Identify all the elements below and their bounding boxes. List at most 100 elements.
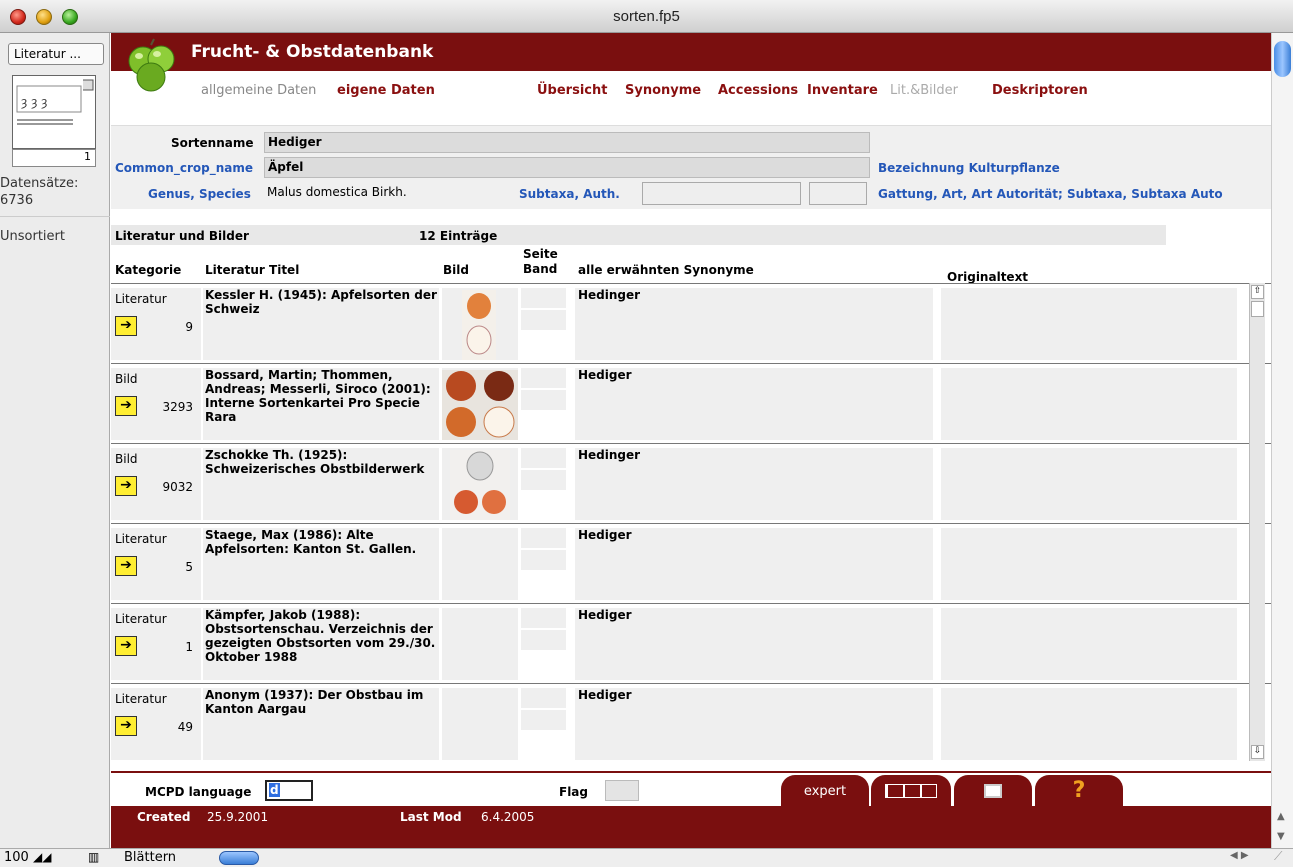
tab-print[interactable] bbox=[954, 775, 1032, 807]
list-title: Literatur und Bilder bbox=[115, 229, 249, 243]
seite-cell[interactable] bbox=[521, 528, 566, 548]
layout-menu[interactable]: Literatur ... bbox=[8, 43, 104, 65]
apple-photo-icon[interactable] bbox=[442, 448, 518, 520]
nav-inventory[interactable]: Inventare bbox=[807, 83, 878, 98]
synonym-value[interactable]: Hediger bbox=[578, 528, 632, 542]
header-bar: Frucht- & Obstdatenbank bbox=[111, 33, 1271, 71]
nav-general-data[interactable]: allgemeine Daten bbox=[201, 83, 316, 98]
originaltext-cell[interactable] bbox=[941, 608, 1237, 680]
common-crop-field[interactable]: Äpfel bbox=[264, 157, 870, 178]
go-to-record-arrow-icon[interactable]: ➔ bbox=[115, 556, 137, 576]
table-row[interactable]: Literatur ➔ 1 Kämpfer, Jakob (1988): Obs… bbox=[111, 603, 1271, 683]
originaltext-cell[interactable] bbox=[941, 288, 1237, 360]
bild-cell bbox=[442, 608, 518, 680]
go-to-record-arrow-icon[interactable]: ➔ bbox=[115, 316, 137, 336]
sortenname-field[interactable]: Hediger bbox=[264, 132, 870, 153]
mode-label[interactable]: Blättern bbox=[124, 850, 176, 865]
table-row[interactable]: Literatur ➔ 49 Anonym (1937): Der Obstba… bbox=[111, 683, 1271, 763]
literature-title[interactable]: Zschokke Th. (1925): Schweizerisches Obs… bbox=[205, 448, 437, 476]
records-count: 6736 bbox=[0, 193, 34, 208]
kategorie-value: Literatur bbox=[115, 612, 167, 626]
svg-text:ȝ ȝ ȝ: ȝ ȝ ȝ bbox=[21, 95, 47, 109]
tab-help[interactable]: ? bbox=[1035, 775, 1123, 807]
resize-grip-icon[interactable]: ⟋ bbox=[1274, 849, 1282, 864]
go-to-record-arrow-icon[interactable]: ➔ bbox=[115, 636, 137, 656]
synonym-value[interactable]: Hedinger bbox=[578, 448, 640, 462]
originaltext-cell[interactable] bbox=[941, 528, 1237, 600]
table-row[interactable]: Bild ➔ 3293 Bossard, Martin; Thommen, An… bbox=[111, 363, 1271, 443]
mcpd-language-field[interactable]: d bbox=[265, 780, 313, 801]
originaltext-cell[interactable] bbox=[941, 688, 1237, 760]
literature-title[interactable]: Anonym (1937): Der Obstbau im Kanton Aar… bbox=[205, 688, 437, 716]
created-value: 25.9.2001 bbox=[207, 810, 269, 824]
scroll-left-icon[interactable]: ◀ ▶ bbox=[1230, 850, 1249, 861]
band-cell[interactable] bbox=[521, 550, 566, 570]
horizontal-scroll-thumb[interactable] bbox=[219, 851, 259, 865]
tab-list-view[interactable] bbox=[871, 775, 951, 807]
table-row[interactable]: Bild ➔ 9032 Zschokke Th. (1925): Schweiz… bbox=[111, 443, 1271, 523]
record-number[interactable]: 1 bbox=[12, 149, 96, 167]
apple-photo-icon[interactable] bbox=[442, 368, 518, 440]
nav-overview[interactable]: Übersicht bbox=[537, 83, 607, 98]
book-icon[interactable]: ȝ ȝ ȝ bbox=[12, 75, 96, 149]
scroll-up-icon[interactable]: ▲ bbox=[1277, 811, 1285, 822]
zoom-icon[interactable]: ◢◢ bbox=[33, 850, 51, 864]
main-layout: Frucht- & Obstdatenbank allgemeine Daten… bbox=[111, 33, 1271, 848]
go-to-record-arrow-icon[interactable]: ➔ bbox=[115, 476, 137, 496]
originaltext-cell[interactable] bbox=[941, 448, 1237, 520]
list-count: 12 Einträge bbox=[419, 229, 498, 243]
go-to-record-arrow-icon[interactable]: ➔ bbox=[115, 396, 137, 416]
lastmod-label: Last Mod bbox=[400, 810, 462, 824]
subtaxa-field[interactable] bbox=[642, 182, 801, 205]
apple-photo-icon[interactable] bbox=[442, 288, 518, 360]
genus-field[interactable]: Malus domestica Birkh. bbox=[264, 183, 504, 203]
col-seite: Seite bbox=[523, 247, 558, 261]
nav-own-data[interactable]: eigene Daten bbox=[337, 83, 435, 98]
zoom-level[interactable]: 100 bbox=[4, 850, 29, 865]
kategorie-cell: Literatur ➔ 49 bbox=[111, 688, 201, 760]
table-row[interactable]: Literatur ➔ 9 Kessler H. (1945): Apfelso… bbox=[111, 283, 1271, 363]
literature-title[interactable]: Staege, Max (1986): Alte Apfelsorten: Ka… bbox=[205, 528, 437, 556]
synonym-value[interactable]: Hediger bbox=[578, 608, 632, 622]
nav-lit-images[interactable]: Lit.&Bilder bbox=[890, 83, 958, 98]
portal-scroll-thumb[interactable] bbox=[1251, 301, 1264, 317]
kategorie-cell: Literatur ➔ 5 bbox=[111, 528, 201, 600]
originaltext-cell[interactable] bbox=[941, 368, 1237, 440]
seite-cell[interactable] bbox=[521, 288, 566, 308]
row-id: 3293 bbox=[162, 400, 193, 414]
scroll-down-icon[interactable]: ▼ bbox=[1277, 831, 1285, 842]
seite-cell[interactable] bbox=[521, 608, 566, 628]
scroll-down-arrow-icon[interactable]: ⇩ bbox=[1251, 745, 1264, 759]
flag-field[interactable] bbox=[605, 780, 639, 801]
nav-synonyms[interactable]: Synonyme bbox=[625, 83, 701, 98]
row-id: 9032 bbox=[162, 480, 193, 494]
table-row[interactable]: Literatur ➔ 5 Staege, Max (1986): Alte A… bbox=[111, 523, 1271, 603]
seite-cell[interactable] bbox=[521, 688, 566, 708]
bild-cell bbox=[442, 288, 518, 360]
seite-cell[interactable] bbox=[521, 368, 566, 388]
seite-cell[interactable] bbox=[521, 448, 566, 468]
nav-descriptors[interactable]: Deskriptoren bbox=[992, 83, 1088, 98]
go-to-record-arrow-icon[interactable]: ➔ bbox=[115, 716, 137, 736]
scroll-up-arrow-icon[interactable]: ⇧ bbox=[1251, 285, 1264, 299]
literature-title[interactable]: Kessler H. (1945): Apfelsorten der Schwe… bbox=[205, 288, 437, 316]
literature-title[interactable]: Bossard, Martin; Thommen, Andreas; Messe… bbox=[205, 368, 437, 424]
synonym-value[interactable]: Hedinger bbox=[578, 288, 640, 302]
band-cell[interactable] bbox=[521, 630, 566, 650]
record-book[interactable]: ȝ ȝ ȝ 1 bbox=[12, 75, 96, 167]
band-cell[interactable] bbox=[521, 390, 566, 410]
window-scrollbar[interactable]: ▲ ▼ bbox=[1271, 33, 1293, 848]
status-toggle-icon[interactable]: ▥ bbox=[88, 850, 99, 864]
band-cell[interactable] bbox=[521, 470, 566, 490]
literature-title[interactable]: Kämpfer, Jakob (1988): Obstsortenschau. … bbox=[205, 608, 437, 664]
window-scroll-thumb[interactable] bbox=[1274, 41, 1291, 77]
band-cell[interactable] bbox=[521, 310, 566, 330]
row-id: 49 bbox=[177, 720, 193, 734]
portal-scrollbar[interactable]: ⇧ ⇩ bbox=[1249, 283, 1265, 761]
subtaxa-auth-field[interactable] bbox=[809, 182, 867, 205]
synonym-value[interactable]: Hediger bbox=[578, 368, 632, 382]
band-cell[interactable] bbox=[521, 710, 566, 730]
synonym-value[interactable]: Hediger bbox=[578, 688, 632, 702]
tab-expert[interactable]: expert bbox=[781, 775, 869, 807]
nav-accessions[interactable]: Accessions bbox=[718, 83, 798, 98]
